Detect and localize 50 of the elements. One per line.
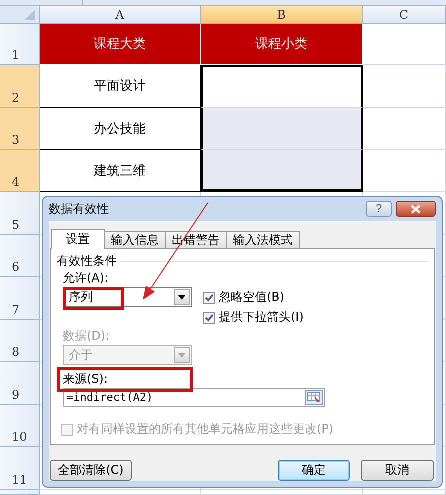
field-label: 数据(D): (63, 328, 110, 345)
tab[interactable]: 出错警告 (165, 231, 227, 248)
row-header[interactable]: 11 (0, 447, 40, 490)
tab[interactable]: 输入信息 (104, 231, 166, 248)
selected-cell[interactable] (201, 65, 363, 108)
close-button[interactable] (396, 201, 436, 217)
row-header[interactable]: 9 (0, 362, 40, 405)
row-header[interactable]: 10 (0, 405, 40, 447)
field-label: 允许(A): (63, 270, 109, 287)
dropdown-arrow-icon (178, 294, 186, 300)
column-header[interactable]: B (201, 6, 363, 24)
corner-triangle-icon (25, 10, 35, 20)
dialog-button[interactable]: 取消 (361, 460, 434, 481)
column-header[interactable]: C (363, 6, 446, 24)
help-button[interactable]: ? (366, 201, 392, 217)
table-cell[interactable] (363, 65, 446, 108)
table-cell[interactable] (363, 24, 446, 65)
checkbox[interactable] (203, 312, 215, 324)
table-cell[interactable] (363, 108, 446, 150)
row-header[interactable]: 7 (0, 277, 40, 320)
tab[interactable]: 设置 (51, 229, 105, 249)
table-cell: 平面设计 (40, 65, 201, 108)
header-cell: 课程小类 (201, 24, 363, 65)
table-cell: 建筑三维 (40, 150, 201, 192)
group-title: 有效性条件 (57, 253, 117, 270)
dropdown-arrow-icon (178, 352, 186, 358)
row-header[interactable]: 3 (0, 108, 40, 150)
selected-cell[interactable] (201, 108, 363, 150)
row-header[interactable]: 5 (0, 192, 40, 235)
table-cell[interactable] (363, 150, 446, 192)
selected-cell[interactable] (201, 150, 363, 192)
range-picker-icon[interactable] (305, 390, 323, 405)
column-header[interactable]: A (40, 6, 201, 24)
row-header[interactable]: 1 (0, 24, 40, 65)
checkbox-label[interactable]: 提供下拉箭头(I) (219, 309, 304, 326)
checkbox[interactable] (203, 292, 215, 304)
field-label: 来源(S): (63, 371, 108, 388)
row-header[interactable]: 4 (0, 150, 40, 192)
header-cell: 课程大类 (40, 24, 201, 65)
tab[interactable]: 输入法模式 (226, 231, 300, 248)
highlight-box (63, 287, 124, 310)
row-header[interactable]: 6 (0, 235, 40, 277)
table-cell: 办公技能 (40, 108, 201, 150)
close-icon (411, 204, 421, 214)
dialog-button[interactable]: 确定 (278, 460, 350, 481)
dialog-button[interactable]: 全部清除(C) (50, 460, 132, 481)
checkbox-label[interactable]: 忽略空值(B) (219, 289, 285, 306)
window-title: 数据有效性 (49, 200, 110, 218)
row-header[interactable]: 8 (0, 320, 40, 362)
row-header[interactable]: 2 (0, 65, 40, 108)
